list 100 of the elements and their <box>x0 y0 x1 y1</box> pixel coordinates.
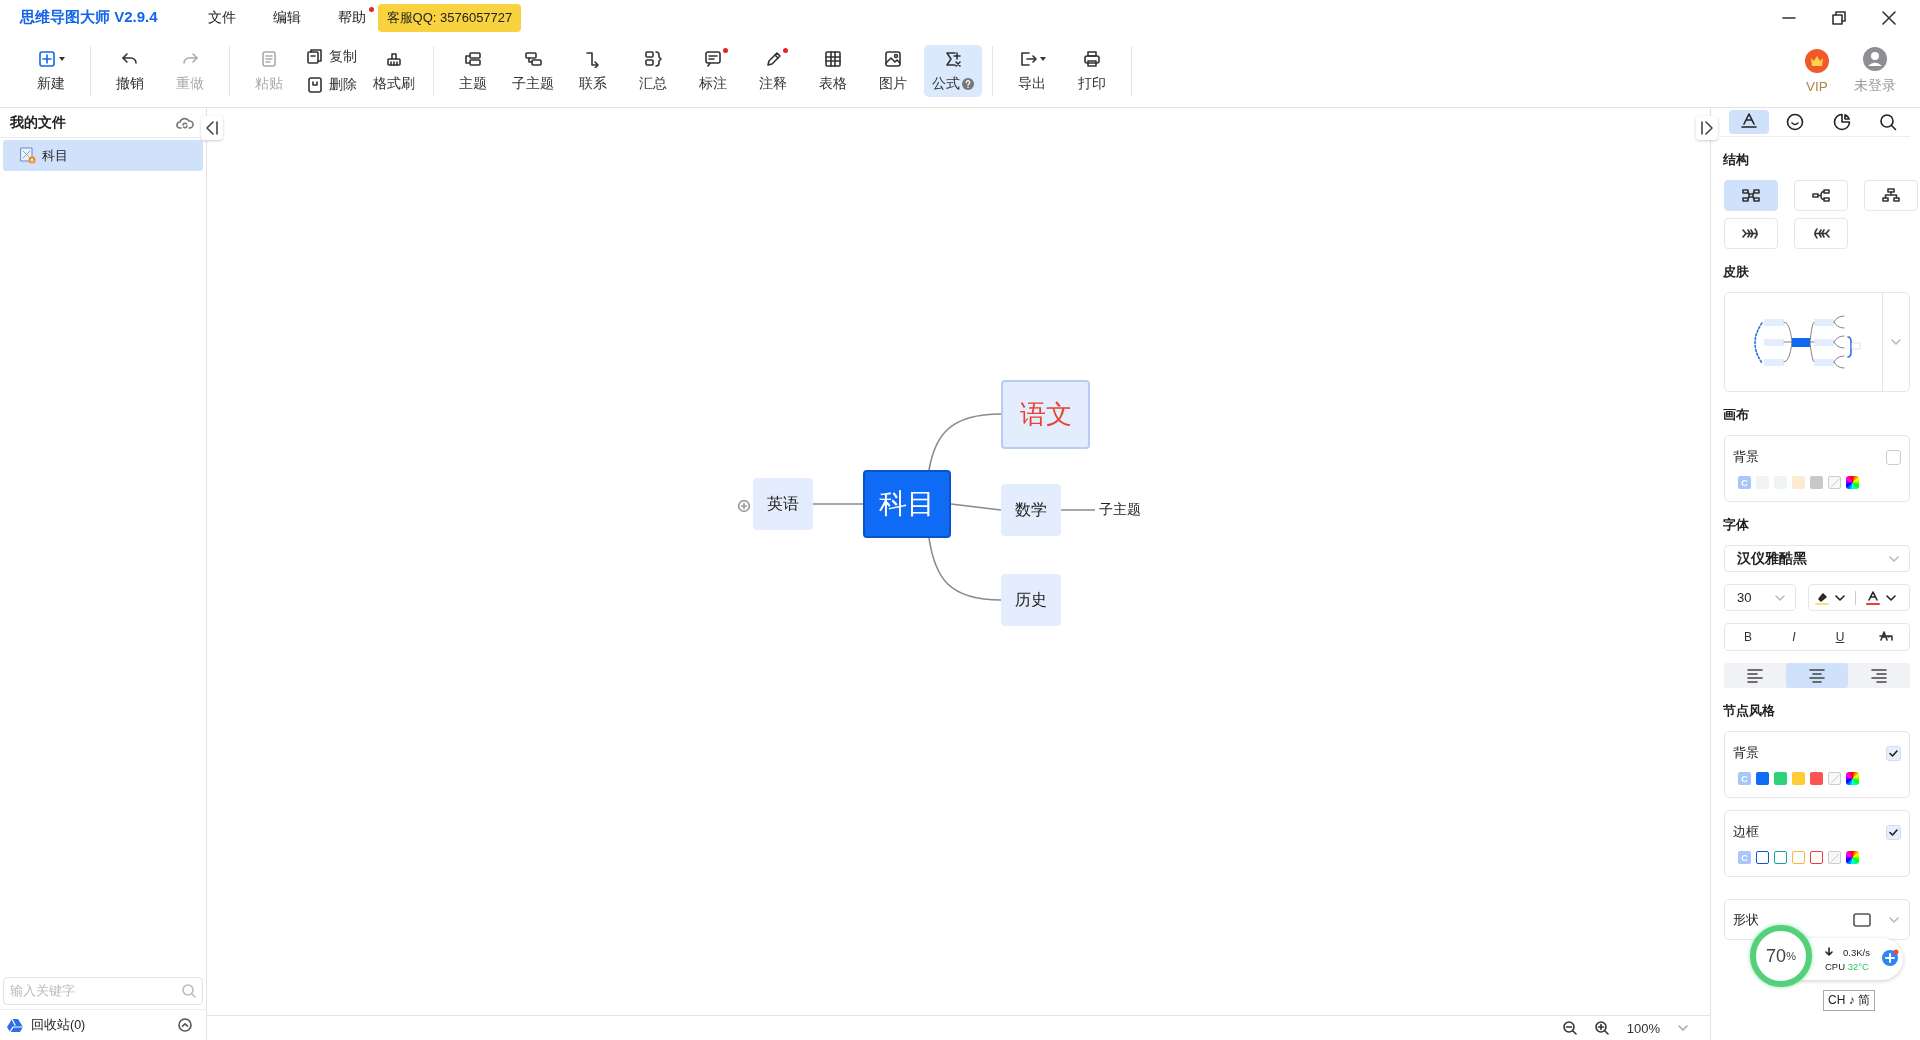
align-right-icon <box>1871 667 1887 684</box>
chevron-left-icon <box>205 120 219 136</box>
topic-node[interactable]: 历史 <box>1001 574 1061 626</box>
image-button[interactable]: 图片 <box>864 45 922 97</box>
recycle-bin-link[interactable]: 回收站(0) <box>31 1016 86 1034</box>
layout-option[interactable] <box>1724 218 1778 249</box>
delete-button[interactable]: 删除 <box>304 74 359 96</box>
color-swatch[interactable] <box>1810 851 1823 864</box>
section-title: 结构 <box>1723 151 1750 169</box>
topic-node[interactable]: 数学 <box>1001 484 1061 536</box>
cloud-sync-icon[interactable] <box>176 115 194 130</box>
color-swatch[interactable] <box>1792 851 1805 864</box>
no-color-swatch[interactable] <box>1828 851 1841 864</box>
collapse-sidebar-button[interactable] <box>201 116 223 140</box>
layout-option[interactable] <box>1864 180 1918 211</box>
pencil-button[interactable]: 注释 <box>744 45 802 97</box>
emoji-icon <box>1785 112 1806 132</box>
search-field[interactable]: 输入关键字 <box>3 977 203 1005</box>
font-size-dropdown[interactable]: 30 <box>1724 584 1796 611</box>
sidebar-title: 我的文件 <box>10 113 66 132</box>
subtopic-text[interactable]: 子主题 <box>1099 501 1141 519</box>
color-swatch[interactable] <box>1810 476 1823 489</box>
file-icon <box>20 147 36 164</box>
collapse-icon[interactable] <box>178 1018 192 1032</box>
panel-tab[interactable] <box>1729 110 1769 134</box>
color-picker-swatch[interactable] <box>1846 772 1859 785</box>
brace-button[interactable]: 汇总 <box>624 45 682 97</box>
comment-button[interactable]: 标注 <box>684 45 742 97</box>
shape-dropdown[interactable] <box>1853 912 1899 927</box>
topic-node[interactable]: 英语 <box>753 478 813 530</box>
caret-icon <box>1039 57 1046 61</box>
color-picker-swatch[interactable] <box>1846 851 1859 864</box>
chevron-down-icon <box>1891 339 1901 345</box>
file-item[interactable]: 科目 <box>3 140 203 171</box>
connector-button[interactable]: 联系 <box>564 45 622 97</box>
checkbox[interactable] <box>1886 449 1901 465</box>
export-button[interactable]: 导出 <box>1003 45 1061 97</box>
expand-icon[interactable] <box>738 500 750 512</box>
subtopic-button[interactable]: 子主题 <box>504 45 562 97</box>
table-button[interactable]: 表格 <box>804 45 862 97</box>
zoom-level[interactable]: 100% <box>1626 1020 1660 1036</box>
color-swatch[interactable] <box>1774 851 1787 864</box>
no-color-swatch[interactable] <box>1828 772 1841 785</box>
zoom-out-icon[interactable] <box>1562 1021 1577 1035</box>
checkbox[interactable] <box>1886 745 1901 761</box>
collapse-panel-button[interactable] <box>1696 116 1718 140</box>
root-topic[interactable]: 科目 <box>863 470 951 538</box>
fishbone-right-icon <box>1741 225 1761 242</box>
pencil-icon <box>764 50 782 68</box>
table-icon <box>824 50 842 68</box>
highlighter-icon[interactable] <box>1815 590 1829 605</box>
sigma-button[interactable]: 公式 <box>924 45 982 97</box>
restore-icon[interactable] <box>1832 10 1846 25</box>
color-swatch[interactable] <box>1810 772 1823 785</box>
mind-map-layout-icon <box>1741 187 1761 204</box>
support-badge[interactable]: 客服QQ: 3576057727 <box>377 3 522 32</box>
menu-item[interactable]: 编辑 <box>272 8 309 27</box>
color-swatch[interactable] <box>1756 772 1769 785</box>
chevron-down-icon[interactable] <box>1835 594 1845 601</box>
layout-option[interactable] <box>1794 180 1848 211</box>
color-swatch[interactable] <box>1792 476 1805 489</box>
fishbone-left-icon <box>1811 225 1831 242</box>
color-swatch[interactable] <box>1756 851 1769 864</box>
search-icon <box>182 984 196 998</box>
close-icon[interactable] <box>1882 10 1896 25</box>
printer-icon <box>1083 50 1101 68</box>
brace-icon <box>644 50 662 68</box>
option-label: 边框 <box>1733 823 1759 841</box>
zoom-in-icon[interactable] <box>1594 1021 1609 1035</box>
menu-item[interactable]: 帮助 <box>337 8 374 27</box>
layout-option[interactable] <box>1794 218 1848 249</box>
add-icon[interactable] <box>1881 949 1899 967</box>
italic-button[interactable]: I <box>1779 630 1809 644</box>
add-button[interactable]: 新建 <box>22 45 80 97</box>
align-button[interactable] <box>1786 663 1848 688</box>
crown-icon <box>1805 48 1829 73</box>
color-swatch[interactable] <box>1774 772 1787 785</box>
menu-item[interactable]: 文件 <box>207 8 244 27</box>
checkbox[interactable] <box>1886 824 1901 840</box>
underline-button[interactable]: U <box>1825 630 1855 644</box>
font-color-icon[interactable] <box>1866 590 1880 605</box>
layout-option[interactable] <box>1724 180 1778 211</box>
org-chart-layout-icon <box>1881 187 1901 204</box>
color-swatch[interactable] <box>1792 772 1805 785</box>
delete-icon <box>306 76 324 94</box>
copy-button[interactable]: 复制 <box>304 46 359 68</box>
topic-button[interactable]: 主题 <box>444 45 502 97</box>
chevron-down-icon[interactable] <box>1886 594 1896 601</box>
color-picker-swatch[interactable] <box>1846 476 1859 489</box>
export-icon <box>1018 50 1037 68</box>
font-family-dropdown[interactable]: 汉仪雅酷黑 <box>1724 545 1910 572</box>
bold-button[interactable]: B <box>1733 630 1763 644</box>
undo-button[interactable]: 撤销 <box>101 45 159 97</box>
brush-button[interactable]: 格式刷 <box>365 45 423 97</box>
memory-usage-gauge: 70% <box>1750 925 1812 987</box>
add-icon <box>37 50 56 68</box>
input-method-indicator[interactable]: CH ♪ 简 <box>1823 990 1875 1011</box>
printer-button[interactable]: 打印 <box>1063 45 1121 97</box>
no-color-swatch[interactable] <box>1828 476 1841 489</box>
app-title: 思维导图大师 V2.9.4 <box>20 8 158 27</box>
